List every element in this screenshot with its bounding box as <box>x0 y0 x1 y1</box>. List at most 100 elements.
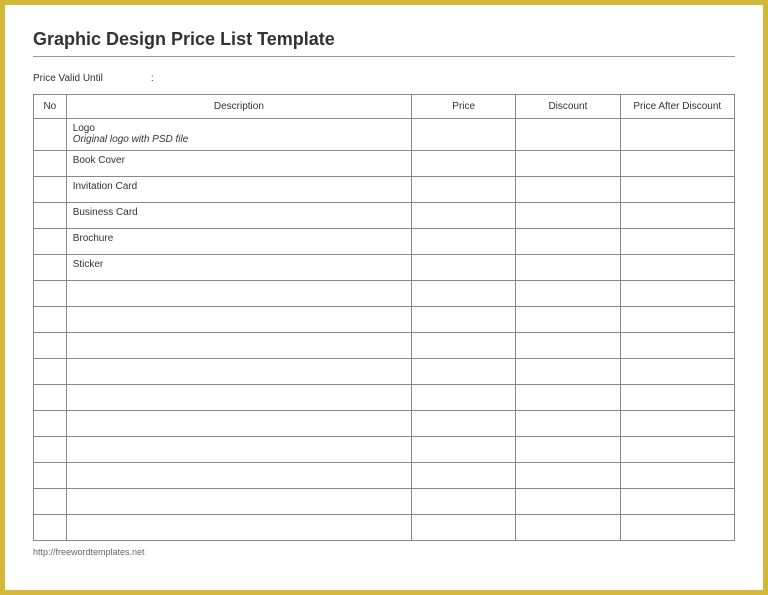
cell-no <box>34 437 67 463</box>
cell-description: Brochure <box>66 229 411 255</box>
cell-price <box>412 515 516 541</box>
description-main: Brochure <box>73 233 405 244</box>
description-main: Logo <box>73 123 405 134</box>
cell-price <box>412 229 516 255</box>
valid-until-label: Price Valid Until: <box>33 73 735 84</box>
cell-discount <box>516 463 620 489</box>
cell-no <box>34 255 67 281</box>
cell-discount <box>516 229 620 255</box>
valid-until-text: Price Valid Until <box>33 73 103 84</box>
description-sub: Original logo with PSD file <box>73 134 405 145</box>
table-row: Business Card <box>34 203 735 229</box>
table-row <box>34 515 735 541</box>
cell-after <box>620 229 734 255</box>
cell-no <box>34 281 67 307</box>
price-table: No Description Price Discount Price Afte… <box>33 94 735 541</box>
cell-description: Sticker <box>66 255 411 281</box>
cell-after <box>620 463 734 489</box>
cell-discount <box>516 333 620 359</box>
cell-no <box>34 151 67 177</box>
table-row <box>34 463 735 489</box>
valid-until-colon: : <box>151 73 154 84</box>
cell-discount <box>516 489 620 515</box>
cell-description <box>66 359 411 385</box>
cell-after <box>620 119 734 151</box>
cell-description <box>66 307 411 333</box>
cell-price <box>412 119 516 151</box>
cell-description: Business Card <box>66 203 411 229</box>
cell-no <box>34 515 67 541</box>
cell-price <box>412 437 516 463</box>
cell-price <box>412 281 516 307</box>
cell-discount <box>516 119 620 151</box>
cell-after <box>620 255 734 281</box>
cell-description <box>66 411 411 437</box>
header-discount: Discount <box>516 95 620 119</box>
table-row <box>34 437 735 463</box>
cell-discount <box>516 177 620 203</box>
table-row: Brochure <box>34 229 735 255</box>
footer-url: http://freewordtemplates.net <box>33 547 735 557</box>
cell-discount <box>516 307 620 333</box>
title-rule <box>33 56 735 57</box>
table-row <box>34 411 735 437</box>
cell-after <box>620 437 734 463</box>
cell-price <box>412 203 516 229</box>
header-price: Price <box>412 95 516 119</box>
table-row: Book Cover <box>34 151 735 177</box>
cell-description: Book Cover <box>66 151 411 177</box>
cell-discount <box>516 437 620 463</box>
cell-after <box>620 177 734 203</box>
cell-price <box>412 151 516 177</box>
cell-no <box>34 119 67 151</box>
cell-discount <box>516 281 620 307</box>
table-row <box>34 359 735 385</box>
table-row: Invitation Card <box>34 177 735 203</box>
cell-after <box>620 489 734 515</box>
cell-description <box>66 463 411 489</box>
cell-price <box>412 359 516 385</box>
cell-no <box>34 203 67 229</box>
cell-description <box>66 437 411 463</box>
cell-after <box>620 307 734 333</box>
cell-discount <box>516 515 620 541</box>
cell-price <box>412 307 516 333</box>
cell-after <box>620 151 734 177</box>
cell-discount <box>516 151 620 177</box>
cell-after <box>620 333 734 359</box>
cell-price <box>412 177 516 203</box>
description-main: Sticker <box>73 259 405 270</box>
description-main: Business Card <box>73 207 405 218</box>
cell-discount <box>516 255 620 281</box>
cell-price <box>412 255 516 281</box>
cell-discount <box>516 411 620 437</box>
cell-discount <box>516 359 620 385</box>
cell-description <box>66 515 411 541</box>
cell-no <box>34 333 67 359</box>
cell-after <box>620 411 734 437</box>
description-main: Book Cover <box>73 155 405 166</box>
cell-after <box>620 281 734 307</box>
cell-after <box>620 203 734 229</box>
cell-price <box>412 385 516 411</box>
cell-discount <box>516 203 620 229</box>
table-row <box>34 489 735 515</box>
header-no: No <box>34 95 67 119</box>
cell-no <box>34 489 67 515</box>
header-after: Price After Discount <box>620 95 734 119</box>
table-row <box>34 307 735 333</box>
cell-no <box>34 229 67 255</box>
cell-no <box>34 385 67 411</box>
cell-description: LogoOriginal logo with PSD file <box>66 119 411 151</box>
cell-after <box>620 385 734 411</box>
table-row: Sticker <box>34 255 735 281</box>
table-row <box>34 281 735 307</box>
table-row: LogoOriginal logo with PSD file <box>34 119 735 151</box>
cell-no <box>34 411 67 437</box>
cell-description <box>66 489 411 515</box>
table-header-row: No Description Price Discount Price Afte… <box>34 95 735 119</box>
cell-discount <box>516 385 620 411</box>
cell-description: Invitation Card <box>66 177 411 203</box>
cell-no <box>34 177 67 203</box>
cell-no <box>34 463 67 489</box>
